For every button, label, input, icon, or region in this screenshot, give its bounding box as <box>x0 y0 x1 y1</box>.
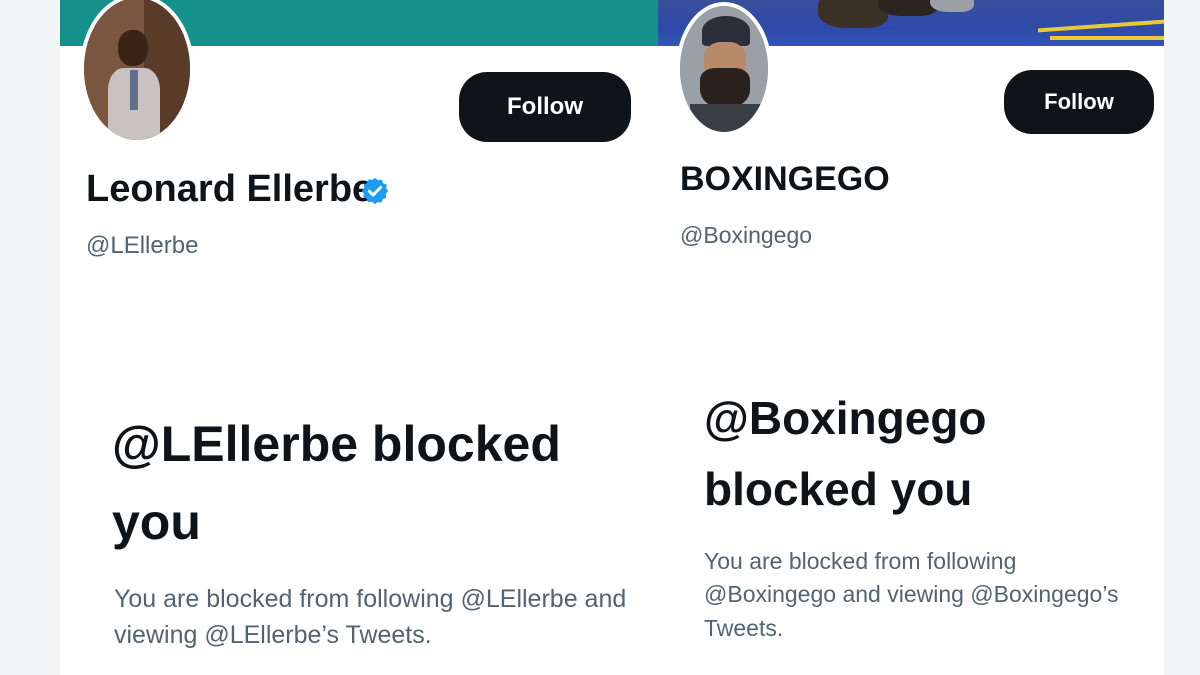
profile-panel-right: Follow BOXINGEGO @Boxingego @Boxingego b… <box>658 0 1164 675</box>
follow-button[interactable]: Follow <box>1004 70 1154 134</box>
blocked-heading: @Boxingego blocked you <box>704 392 987 516</box>
username-handle: @Boxingego <box>680 222 813 248</box>
profile-panel-left: Follow Leonard Ellerbe @LEllerbe @LEller… <box>60 0 658 675</box>
blocked-description: You are blocked from following @LEllerbe… <box>114 585 627 650</box>
avatar[interactable] <box>80 0 194 144</box>
verified-badge-icon <box>361 177 389 205</box>
display-name: Leonard Ellerbe <box>86 168 374 210</box>
blocked-heading: @LEllerbe blocked you <box>112 416 561 550</box>
blocked-description: You are blocked from following @Boxingeg… <box>704 548 1119 641</box>
display-name: BOXINGEGO <box>680 160 890 198</box>
follow-button[interactable]: Follow <box>459 72 631 142</box>
avatar[interactable] <box>676 2 772 136</box>
username-handle: @LEllerbe <box>86 232 199 259</box>
